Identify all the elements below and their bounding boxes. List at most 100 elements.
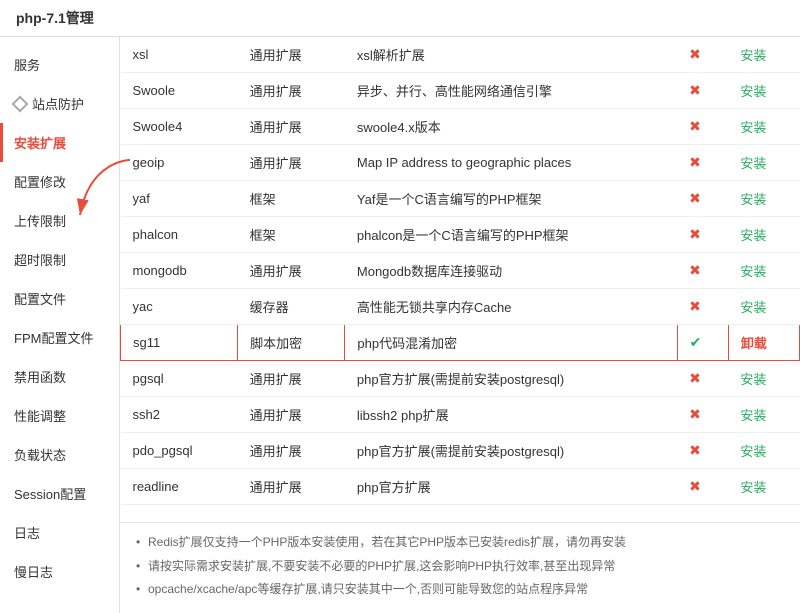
table-row: readline通用扩展php官方扩展✖安装 bbox=[121, 469, 800, 505]
ext-name: mongodb bbox=[121, 253, 238, 289]
sidebar-item-label: 日志 bbox=[14, 523, 40, 542]
table-row: yac缓存器高性能无锁共享内存Cache✖安装 bbox=[121, 289, 800, 325]
install-button[interactable]: 安装 bbox=[740, 264, 766, 279]
ext-type: 通用扩展 bbox=[238, 253, 345, 289]
install-button[interactable]: 安装 bbox=[740, 120, 766, 135]
cross-icon: ✖ bbox=[689, 46, 701, 62]
ext-status-icon: ✖ bbox=[677, 253, 728, 289]
install-button[interactable]: 安装 bbox=[740, 156, 766, 171]
ext-name: pgsql bbox=[121, 361, 238, 397]
ext-desc: 高性能无锁共享内存Cache bbox=[345, 289, 677, 325]
diamond-icon bbox=[12, 95, 29, 112]
sidebar-item-upload-limit[interactable]: 上传限制 bbox=[0, 201, 119, 240]
sidebar-item-load-status[interactable]: 负载状态 bbox=[0, 435, 119, 474]
table-row: pgsql通用扩展php官方扩展(需提前安装postgresql)✖安装 bbox=[121, 361, 800, 397]
sidebar-item-label: 站点防护 bbox=[32, 94, 84, 113]
sidebar-item-label: 负载状态 bbox=[14, 445, 66, 464]
ext-type: 通用扩展 bbox=[238, 469, 345, 505]
sidebar-item-install-ext[interactable]: 安装扩展 bbox=[0, 123, 119, 162]
ext-type: 通用扩展 bbox=[238, 73, 345, 109]
table-row: xsl通用扩展xsl解析扩展 ✖ 安装 bbox=[121, 37, 800, 73]
install-button[interactable]: 安装 bbox=[740, 300, 766, 315]
sidebar-item-label: 服务 bbox=[14, 55, 40, 74]
cross-icon: ✖ bbox=[689, 82, 701, 98]
ext-desc: php代码混淆加密 bbox=[345, 325, 677, 361]
footer-notes: Redis扩展仅支持一个PHP版本安装使用，若在其它PHP版本已安装redis扩… bbox=[120, 522, 800, 613]
sidebar-item-label: 配置文件 bbox=[14, 289, 66, 308]
ext-type: 通用扩展 bbox=[238, 397, 345, 433]
install-button[interactable]: 安装 bbox=[740, 192, 766, 207]
ext-status-icon: ✖ bbox=[677, 289, 728, 325]
install-button[interactable]: 安装 bbox=[740, 48, 766, 63]
ext-status-icon: ✖ bbox=[677, 433, 728, 469]
ext-name: xsl bbox=[121, 37, 238, 73]
install-button[interactable]: 安装 bbox=[740, 444, 766, 459]
install-button[interactable]: 安装 bbox=[740, 480, 766, 495]
sidebar-item-site-protection[interactable]: 站点防护 bbox=[0, 84, 119, 123]
table-row: sg11脚本加密php代码混淆加密✔卸载 bbox=[121, 325, 800, 361]
ext-desc: Mongodb数据库连接驱动 bbox=[345, 253, 677, 289]
ext-type: 通用扩展 bbox=[238, 109, 345, 145]
ext-desc: xsl解析扩展 bbox=[345, 37, 677, 73]
ext-status-icon: ✖ bbox=[677, 145, 728, 181]
ext-name: sg11 bbox=[121, 325, 238, 361]
ext-name: Swoole4 bbox=[121, 109, 238, 145]
sidebar-item-service[interactable]: 服务 bbox=[0, 45, 119, 84]
table-row: ssh2通用扩展libssh2 php扩展 ✖ 安装 bbox=[121, 397, 800, 433]
cross-icon: ✖ bbox=[689, 298, 701, 314]
table-row: phalcon框架phalcon是一个C语言编写的PHP框架✖安装 bbox=[121, 217, 800, 253]
uninstall-button[interactable]: 卸载 bbox=[741, 336, 767, 351]
ext-type: 缓存器 bbox=[238, 289, 345, 325]
install-button[interactable]: 安装 bbox=[740, 84, 766, 99]
footer-note: Redis扩展仅支持一个PHP版本安装使用，若在其它PHP版本已安装redis扩… bbox=[136, 533, 784, 552]
ext-name: ssh2 bbox=[121, 397, 238, 433]
ext-status-icon: ✖ bbox=[677, 37, 728, 73]
install-button[interactable]: 安装 bbox=[740, 372, 766, 387]
footer-note: opcache/xcache/apc等缓存扩展,请只安装其中一个,否则可能导致您… bbox=[136, 580, 784, 599]
sidebar-item-disabled-funcs[interactable]: 禁用函数 bbox=[0, 357, 119, 396]
sidebar-item-fpm-config[interactable]: FPM配置文件 bbox=[0, 318, 119, 357]
sidebar-item-log[interactable]: 日志 bbox=[0, 513, 119, 552]
ext-status-icon: ✖ bbox=[677, 469, 728, 505]
ext-desc: Yaf是一个C语言编写的PHP框架 bbox=[345, 181, 677, 217]
cross-icon: ✖ bbox=[689, 262, 701, 278]
sidebar-item-config-modify[interactable]: 配置修改 bbox=[0, 162, 119, 201]
install-button[interactable]: 安装 bbox=[740, 228, 766, 243]
header-title: php-7.1管理 bbox=[16, 10, 94, 26]
ext-type: 通用扩展 bbox=[238, 37, 345, 73]
content-area: xsl通用扩展xsl解析扩展✖安装Swoole通用扩展异步、并行、高性能网络通信… bbox=[120, 37, 800, 613]
ext-desc: phalcon是一个C语言编写的PHP框架 bbox=[345, 217, 677, 253]
sidebar-item-label: 慢日志 bbox=[14, 562, 53, 581]
sidebar-item-timeout-limit[interactable]: 超时限制 bbox=[0, 240, 119, 279]
cross-icon: ✖ bbox=[689, 442, 701, 458]
sidebar-item-label: Session配置 bbox=[14, 484, 86, 503]
ext-name: geoip bbox=[121, 145, 238, 181]
ext-status-icon: ✖ bbox=[677, 397, 728, 433]
sidebar-item-label: 配置修改 bbox=[14, 172, 66, 191]
sidebar-item-session-config[interactable]: Session配置 bbox=[0, 474, 119, 513]
sidebar-item-perf-tuning[interactable]: 性能调整 bbox=[0, 396, 119, 435]
ext-desc: Map IP address to geographic places bbox=[345, 145, 677, 181]
ext-status-icon: ✖ bbox=[677, 181, 728, 217]
ext-status-icon: ✔ bbox=[677, 325, 728, 361]
sidebar-item-slow-log[interactable]: 慢日志 bbox=[0, 552, 119, 591]
ext-status-icon: ✖ bbox=[677, 217, 728, 253]
ext-desc: libssh2 php扩展 bbox=[345, 397, 677, 433]
ext-desc: php官方扩展 bbox=[345, 469, 677, 505]
table-row: geoip通用扩展Map IP address to geographic pl… bbox=[121, 145, 800, 181]
sidebar-item-config-file[interactable]: 配置文件 bbox=[0, 279, 119, 318]
cross-icon: ✖ bbox=[689, 226, 701, 242]
table-row: mongodb通用扩展Mongodb数据库连接驱动 ✖ 安装 bbox=[121, 253, 800, 289]
header: php-7.1管理 bbox=[0, 0, 800, 37]
ext-status-icon: ✖ bbox=[677, 73, 728, 109]
ext-desc: php官方扩展(需提前安装postgresql) bbox=[345, 433, 677, 469]
cross-icon: ✖ bbox=[689, 478, 701, 494]
ext-type: 框架 bbox=[238, 181, 345, 217]
sidebar-item-label: 安装扩展 bbox=[14, 133, 66, 152]
sidebar: 服务站点防护安装扩展配置修改上传限制超时限制配置文件 FPM配置文件禁用函数性能调… bbox=[0, 37, 120, 613]
install-button[interactable]: 安装 bbox=[740, 408, 766, 423]
cross-icon: ✖ bbox=[689, 406, 701, 422]
ext-desc: php官方扩展(需提前安装postgresql) bbox=[345, 361, 677, 397]
ext-name: yaf bbox=[121, 181, 238, 217]
check-icon: ✔ bbox=[690, 334, 702, 350]
